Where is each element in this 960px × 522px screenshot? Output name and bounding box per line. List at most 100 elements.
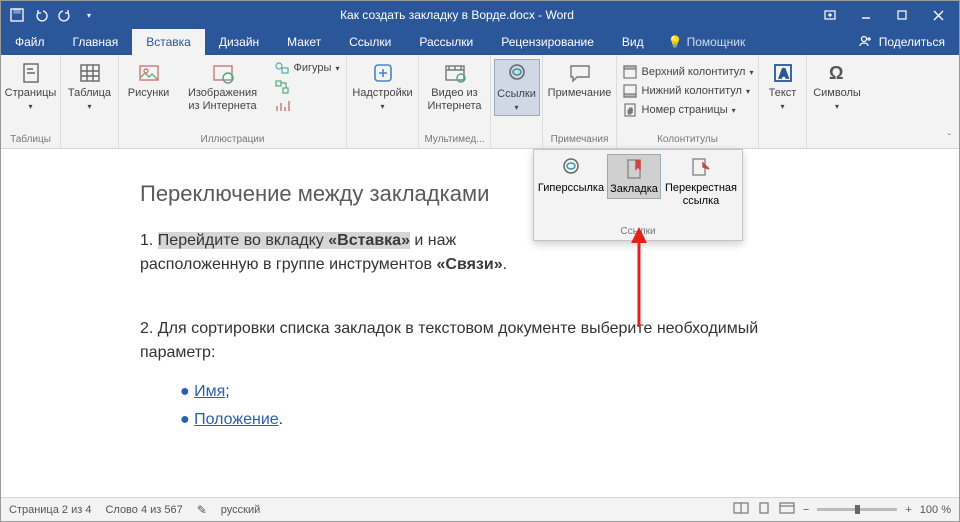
addins-button[interactable]: Надстройки ▾ (353, 59, 413, 114)
paragraph-2: 2. Для сортировки списка закладок в текс… (140, 317, 820, 365)
shapes-button[interactable]: Фигуры▾ (270, 59, 344, 77)
pages-label: Страницы (5, 87, 57, 100)
document-canvas[interactable]: Переключение между закладками 1. Перейди… (1, 151, 959, 497)
bookmark-button[interactable]: Закладка (607, 154, 661, 199)
spellcheck-icon[interactable]: ✎ (197, 503, 207, 517)
hyperlink-button[interactable]: Гиперссылка (537, 154, 605, 197)
comment-button[interactable]: Примечание (546, 59, 614, 102)
online-video-button[interactable]: Видео из Интернета (422, 59, 488, 115)
tab-references[interactable]: Ссылки (335, 29, 405, 55)
chevron-down-icon: ▾ (780, 102, 784, 112)
page-number-button[interactable]: # Номер страницы▾ (618, 101, 758, 119)
statusbar: Страница 2 из 4 Слово 4 из 567 ✎ русский… (1, 497, 959, 521)
header-label: Верхний колонтитул (642, 66, 746, 78)
collapse-ribbon-icon[interactable]: ˇ (946, 131, 953, 146)
maximize-button[interactable] (885, 1, 919, 29)
svg-text:Ω: Ω (829, 63, 843, 83)
ribbon-options-icon[interactable] (813, 1, 847, 29)
redo-icon[interactable] (55, 5, 75, 25)
text-button[interactable]: A Текст ▾ (762, 59, 804, 114)
chevron-down-icon: ▾ (28, 102, 32, 112)
save-icon[interactable] (7, 5, 27, 25)
table-label: Таблица (68, 87, 111, 100)
lightbulb-icon: 💡 (668, 35, 683, 49)
group-comments: Примечание Примечания (543, 55, 617, 148)
online-pictures-button[interactable]: Изображения из Интернета (180, 59, 266, 115)
pages-button[interactable]: Страницы ▾ (1, 59, 61, 114)
group-symbols: Ω Символы ▾ . (807, 55, 867, 148)
tab-home[interactable]: Главная (59, 29, 133, 55)
group-tables: Таблица ▾ Иллюстрации (61, 55, 119, 148)
window-title: Как создать закладку в Ворде.docx - Word (105, 8, 809, 22)
status-page[interactable]: Страница 2 из 4 (9, 504, 91, 516)
addins-label: Надстройки (352, 87, 412, 100)
list-item: Имя; (180, 383, 820, 401)
bullet-list: Имя; Положение. (180, 383, 820, 429)
tell-me[interactable]: 💡 Помощник (658, 29, 756, 55)
bookmark-label: Закладка (610, 183, 658, 196)
group-media-label: Мультимед... (423, 132, 486, 148)
hyperlink-label: Гиперссылка (538, 182, 604, 195)
group-addins: Надстройки ▾ . (347, 55, 419, 148)
view-readmode-icon[interactable] (733, 502, 749, 517)
chevron-down-icon: ▾ (835, 102, 839, 112)
symbols-button[interactable]: Ω Символы ▾ (810, 59, 864, 114)
titlebar: ▾ Как создать закладку в Ворде.docx - Wo… (1, 1, 959, 29)
group-tables-label: Таблицы (5, 132, 56, 148)
online-pictures-label: Изображения из Интернета (182, 87, 264, 113)
svg-text:A: A (779, 66, 789, 81)
close-button[interactable] (921, 1, 955, 29)
tell-me-label: Помощник (687, 35, 746, 49)
tab-view[interactable]: Вид (608, 29, 658, 55)
share-icon (859, 34, 873, 51)
group-hf-label: Колонтитулы (621, 132, 754, 148)
group-media: Видео из Интернета Мультимед... (419, 55, 491, 148)
view-print-icon[interactable] (757, 501, 771, 518)
list-item: Положение. (180, 411, 820, 429)
tab-insert[interactable]: Вставка (132, 29, 205, 55)
zoom-value[interactable]: 100 % (920, 504, 951, 516)
pictures-button[interactable]: Рисунки (122, 59, 176, 102)
minimize-button[interactable] (849, 1, 883, 29)
pictures-label: Рисунки (128, 87, 170, 100)
status-words[interactable]: Слово 4 из 567 (105, 504, 182, 516)
links-label: Ссылки (497, 88, 536, 101)
group-text: A Текст ▾ . (759, 55, 807, 148)
smartart-button[interactable] (270, 78, 344, 96)
group-pages: Страницы ▾ Таблицы (1, 55, 61, 148)
zoom-out-icon[interactable]: − (803, 504, 809, 516)
tab-layout[interactable]: Макет (273, 29, 335, 55)
zoom-in-icon[interactable]: + (905, 504, 911, 516)
group-illustrations: Рисунки Изображения из Интернета Фигуры▾… (119, 55, 347, 148)
qat-dropdown-icon[interactable]: ▾ (79, 5, 99, 25)
tab-review[interactable]: Рецензирование (487, 29, 608, 55)
group-comments-label: Примечания (547, 132, 612, 148)
quick-access-toolbar: ▾ (1, 5, 105, 25)
shapes-label: Фигуры (294, 62, 332, 74)
tab-mailings[interactable]: Рассылки (405, 29, 487, 55)
chart-button[interactable] (270, 97, 344, 115)
footer-button[interactable]: Нижний колонтитул▾ (618, 82, 758, 100)
hf-stack: Верхний колонтитул▾ Нижний колонтитул▾ #… (618, 59, 758, 119)
zoom-slider[interactable] (817, 508, 897, 511)
footer-label: Нижний колонтитул (642, 85, 742, 97)
share-button[interactable]: Поделиться (845, 29, 959, 55)
tab-file[interactable]: Файл (1, 29, 59, 55)
pagenum-label: Номер страницы (642, 104, 728, 116)
illustrations-small: Фигуры▾ (270, 59, 344, 115)
view-web-icon[interactable] (779, 502, 795, 517)
video-label: Видео из Интернета (424, 87, 486, 113)
links-button[interactable]: Ссылки ▾ (494, 59, 540, 116)
crossref-label: Перекрестная ссылка (665, 182, 737, 208)
undo-icon[interactable] (31, 5, 51, 25)
table-button[interactable]: Таблица ▾ (60, 59, 120, 114)
ribbon-tabbar: Файл Главная Вставка Дизайн Макет Ссылки… (1, 29, 959, 55)
crossref-button[interactable]: Перекрестная ссылка (663, 154, 739, 210)
tab-design[interactable]: Дизайн (205, 29, 273, 55)
status-language[interactable]: русский (221, 504, 260, 516)
ribbon: Страницы ▾ Таблицы Таблица ▾ Иллюстрации… (1, 55, 959, 149)
selection: Перейдите во вкладку «Вставка» (158, 232, 410, 249)
symbols-label: Символы (813, 87, 861, 100)
header-button[interactable]: Верхний колонтитул▾ (618, 63, 758, 81)
text-label: Текст (769, 87, 797, 100)
